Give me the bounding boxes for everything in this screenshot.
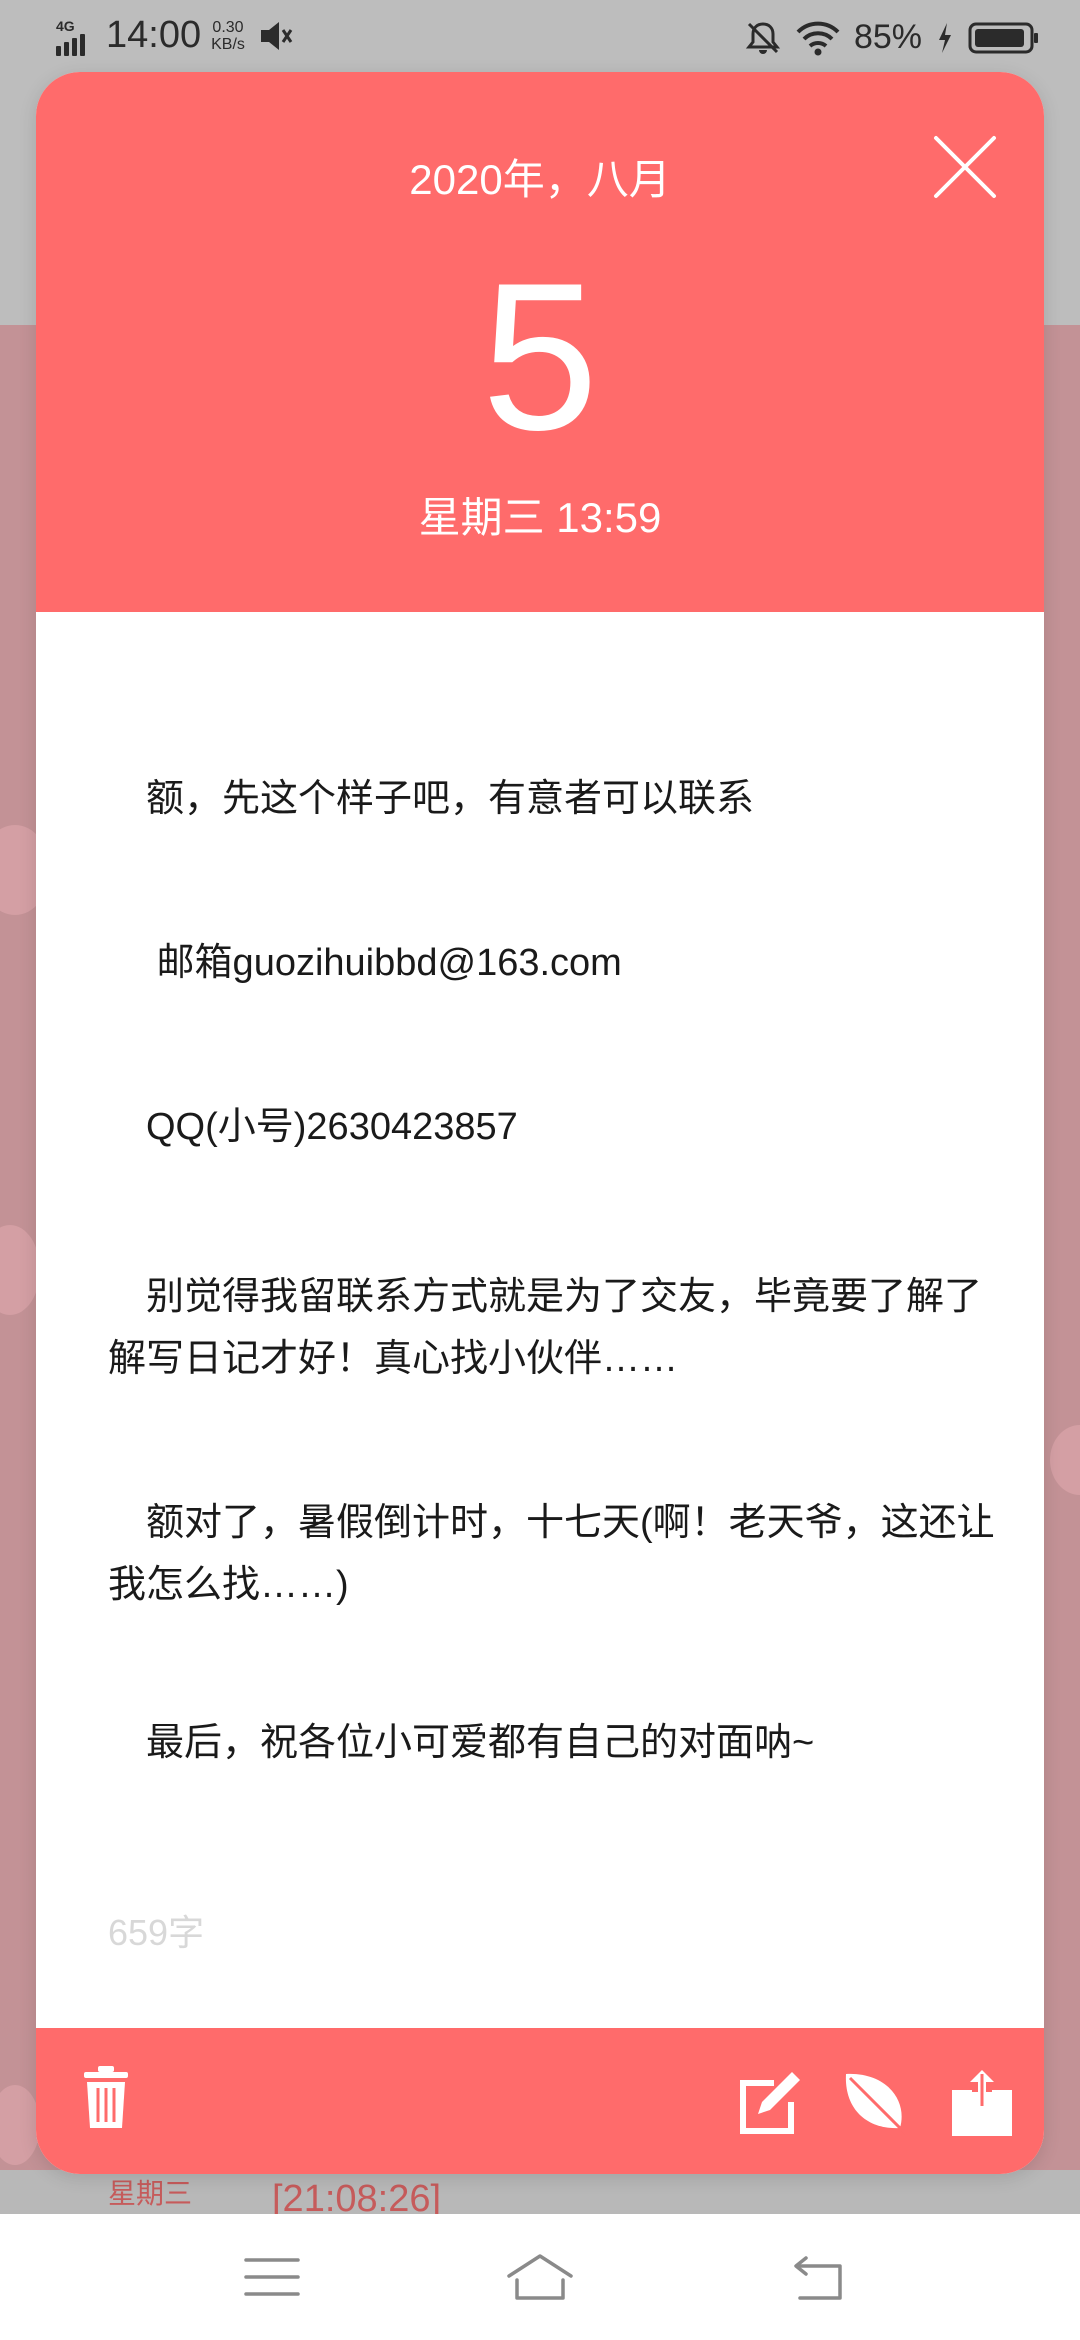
month-label: 2020年，八月 (409, 156, 671, 203)
network-speed: 0.30 KB/s (211, 19, 245, 53)
status-right: 85% (744, 18, 1040, 57)
paragraph: 最后，祝各位小可爱都有自己的对面呐~ (108, 1722, 815, 1764)
heart-decoration (0, 2085, 40, 2165)
date-header: 2020年，八月 5 星期三 13:59 (36, 72, 1044, 612)
paragraph: 别觉得我留联系方式就是为了交友，毕竟要了解了解写日记才好！真心找小伙伴…… (108, 1276, 983, 1380)
close-icon[interactable] (930, 132, 1000, 202)
status-left: 4G 14:00 0.30 KB/s (56, 14, 293, 57)
network-type: 4G (56, 17, 75, 34)
sound-muted-icon (260, 21, 293, 50)
status-bar: 4G 14:00 0.30 KB/s 85% (0, 0, 1080, 80)
menu-icon[interactable] (242, 2250, 302, 2304)
wifi-icon (796, 21, 840, 55)
leaf-icon[interactable] (838, 2066, 910, 2138)
paragraph: 额对了，暑假倒计时，十七天(啊！老天爷，这还让我怎么找……) (108, 1502, 995, 1606)
battery-percent: 85% (853, 18, 922, 56)
back-icon[interactable] (790, 2250, 850, 2304)
speed-value: 0.30 (212, 18, 244, 36)
speed-unit: KB/s (211, 35, 245, 53)
signal-icon: 4G (56, 16, 98, 56)
clock: 14:00 (106, 14, 202, 56)
paragraph: QQ(小号)2630423857 (108, 1106, 518, 1148)
diary-content[interactable]: 额，先这个样子吧，有意者可以联系 邮箱guozihuibbd@163.com Q… (108, 612, 1008, 2092)
battery-icon (968, 22, 1038, 53)
diary-card: 2020年，八月 5 星期三 13:59 额，先这个样子吧，有意者可以联系 邮箱… (36, 72, 1044, 2174)
heart-decoration (1050, 1425, 1080, 1495)
charging-icon (939, 22, 951, 53)
card-toolbar (36, 2028, 1044, 2174)
weekday-time-label: 星期三 13:59 (418, 494, 662, 541)
heart-decoration (0, 1225, 40, 1315)
background-weekday: 星期三 (108, 2178, 193, 2209)
paragraph: 邮箱guozihuibbd@163.com (108, 942, 622, 984)
edit-icon[interactable] (736, 2066, 808, 2138)
trash-icon[interactable] (70, 2062, 142, 2134)
notifications-off-icon (745, 21, 781, 54)
word-count: 659字 (108, 1912, 205, 1953)
navigation-bar (0, 2214, 1080, 2340)
day-number: 5 (481, 239, 599, 474)
paragraph: 额，先这个样子吧，有意者可以联系 (108, 778, 755, 820)
home-icon[interactable] (505, 2250, 575, 2304)
share-icon[interactable] (946, 2066, 1018, 2138)
